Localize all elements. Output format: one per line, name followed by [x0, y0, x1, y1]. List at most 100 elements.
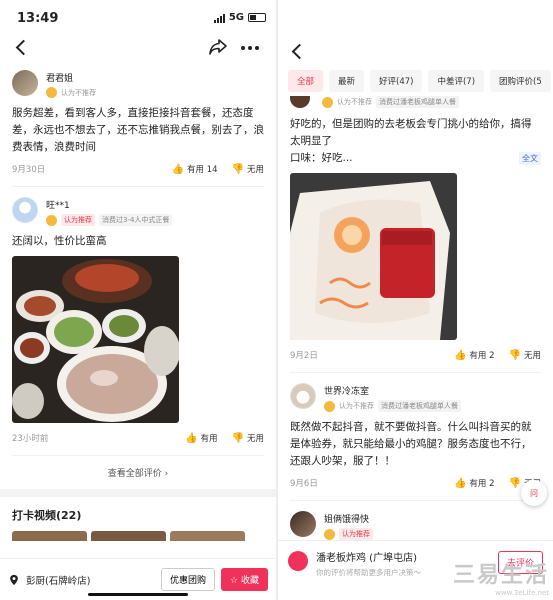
- filter-chip[interactable]: 中差评(7): [428, 70, 485, 92]
- watermark-text: 三易生活: [452, 562, 549, 588]
- section-gap: [0, 489, 276, 497]
- useless-button[interactable]: 👎 无用: [231, 432, 264, 445]
- useful-button[interactable]: 👍 有用 2: [453, 349, 495, 362]
- useful-button[interactable]: 👍 有用: [185, 432, 218, 445]
- recommend-badge: 认为不推荐: [61, 88, 96, 97]
- review-username[interactable]: 姐俩饿得快: [324, 512, 373, 525]
- review-card: 旺**1 认为推荐 消费过3-4人中式正餐 还阔以，性价比蛮高 23小时前 👍 …: [0, 197, 276, 445]
- videos-section-title: 打卡视频(22): [12, 509, 82, 522]
- review-date: 9月2日: [290, 351, 318, 361]
- nav-bar: [0, 38, 276, 64]
- avatar[interactable]: [12, 197, 38, 223]
- signal-icon: [213, 13, 225, 23]
- watermark-url: www.3eLife.net: [495, 589, 549, 597]
- right-screen: 全部 最新 好评(47) 中差评(7) 团购评价(5 认为不推荐 消费过潘老板鸡…: [278, 0, 553, 600]
- useless-label: 无用: [246, 434, 264, 444]
- face-icon: [46, 87, 57, 98]
- thumb-down-icon: 👎: [508, 349, 521, 361]
- thumb-up-icon: 👍: [171, 163, 184, 175]
- video-thumbnail[interactable]: [12, 531, 87, 541]
- back-icon[interactable]: [291, 43, 308, 60]
- useless-label: 无用: [246, 165, 264, 175]
- face-icon: [324, 528, 335, 540]
- ask-floating-button[interactable]: 问: [521, 480, 547, 506]
- video-thumbnail[interactable]: [170, 531, 245, 541]
- review-text: 服务超差，看到客人多，直接拒接抖音套餐，还态度差，永远也不想去了，还不忘推销我点…: [12, 107, 264, 153]
- thumb-up-icon: 👍: [185, 432, 198, 444]
- shop-logo-icon: [288, 551, 308, 571]
- recommend-badge: 认为推荐: [61, 214, 95, 226]
- consumption-tag: 消费过3-4人中式正餐: [99, 214, 173, 226]
- thumb-down-icon: 👎: [231, 432, 244, 444]
- more-icon[interactable]: [241, 46, 259, 50]
- useless-button[interactable]: 👎 无用: [231, 163, 264, 176]
- review-card: 认为不推荐 消费过潘老板鸡腿单人餐 好吃的，但是团购的去老板会专门挑小的给你，搞…: [278, 96, 553, 362]
- divider: [290, 372, 541, 373]
- face-icon: [322, 96, 333, 108]
- review-username[interactable]: 君君姐: [46, 71, 96, 84]
- review-date: 23小时前: [12, 434, 49, 444]
- review-text: 好吃的，但是团购的去老板会专门挑小的给你，搞得太明显了: [290, 118, 532, 147]
- status-bar: 13:49 5G: [0, 0, 276, 38]
- nav-bar: [278, 42, 553, 64]
- star-icon: ☆: [230, 576, 239, 586]
- avatar[interactable]: [12, 70, 38, 96]
- review-card: 世界冷冻室 认为不推荐 消费过潘老板鸡腿单人餐 既然做不起抖音，就不要做抖音。什…: [278, 383, 553, 490]
- thumb-up-icon: 👍: [453, 349, 467, 361]
- coupon-button[interactable]: 优惠团购: [161, 568, 216, 591]
- filter-chip[interactable]: 好评(47): [370, 70, 423, 92]
- review-username[interactable]: 旺**1: [46, 198, 172, 211]
- review-card: 君君姐 认为不推荐 服务超差，看到客人多，直接拒接抖音套餐，还态度差，永远也不想…: [0, 70, 276, 176]
- avatar[interactable]: [290, 383, 316, 409]
- face-icon: [46, 214, 57, 226]
- back-icon[interactable]: [15, 39, 32, 56]
- divider: [290, 500, 541, 501]
- review-date: 9月30日: [12, 165, 46, 175]
- consumption-tag: 消费过潘老板鸡腿单人餐: [378, 400, 461, 412]
- thumb-down-icon: 👎: [231, 163, 244, 175]
- review-filter-tabs: 全部 最新 好评(47) 中差评(7) 团购评价(5: [278, 64, 553, 92]
- see-all-label: 查看全部评价: [107, 469, 162, 479]
- video-thumbnail[interactable]: [91, 531, 166, 541]
- review-text: 既然做不起抖音，就不要做抖音。什么叫抖音买的就是体验券，就只能给最小的鸡腿？服务…: [290, 421, 532, 467]
- avatar[interactable]: [290, 96, 310, 108]
- useless-button[interactable]: 👎 无用: [508, 349, 541, 362]
- network-label: 5G: [228, 12, 244, 23]
- filter-chip[interactable]: 团购评价(5: [490, 70, 551, 92]
- useful-label: 有用: [200, 434, 218, 444]
- recommend-badge: 认为不推荐: [337, 98, 372, 106]
- video-strip: [0, 531, 276, 541]
- review-photo[interactable]: [12, 256, 179, 423]
- useful-button[interactable]: 👍 有用 14: [171, 163, 218, 176]
- fulltext-link[interactable]: 全文: [519, 152, 541, 165]
- useful-label: 有用 2: [469, 351, 495, 361]
- location-pin-icon: [10, 574, 18, 585]
- useless-label: 无用: [523, 351, 541, 361]
- status-time: 13:49: [17, 11, 59, 26]
- home-indicator: [88, 593, 188, 596]
- favorite-button[interactable]: ☆ 收藏: [221, 568, 268, 591]
- review-extra: 口味：好吃...: [290, 152, 353, 164]
- useful-button[interactable]: 👍 有用 2: [454, 477, 495, 490]
- share-icon[interactable]: [208, 38, 228, 56]
- status-indicators: 5G: [213, 12, 266, 23]
- left-screen: 13:49 5G 君君姐 认为不推荐 服务超差，看到客人多，直接拒接抖音套餐，还…: [0, 0, 276, 600]
- review-card: 姐俩饿得快 认为推荐: [278, 511, 553, 540]
- recommend-badge: 认为推荐: [339, 528, 373, 540]
- consumption-tag: 消费过潘老板鸡腿单人餐: [376, 96, 459, 108]
- favorite-label: 收藏: [240, 576, 259, 586]
- location-name[interactable]: 彭厨(石牌岭店): [26, 573, 161, 587]
- see-all-reviews-link[interactable]: 查看全部评价 ›: [0, 456, 276, 489]
- useful-label: 有用 14: [187, 165, 218, 175]
- useful-label: 有用 2: [469, 479, 495, 489]
- divider: [12, 186, 264, 187]
- thumb-down-icon: 👎: [508, 477, 521, 489]
- avatar[interactable]: [290, 511, 316, 537]
- review-username[interactable]: 世界冷冻室: [324, 384, 461, 397]
- filter-chip[interactable]: 全部: [288, 70, 324, 92]
- review-photo[interactable]: [290, 173, 457, 340]
- review-date: 9月6日: [290, 479, 318, 489]
- recommend-badge: 认为不推荐: [339, 402, 374, 410]
- face-icon: [324, 400, 335, 412]
- filter-chip[interactable]: 最新: [329, 70, 365, 92]
